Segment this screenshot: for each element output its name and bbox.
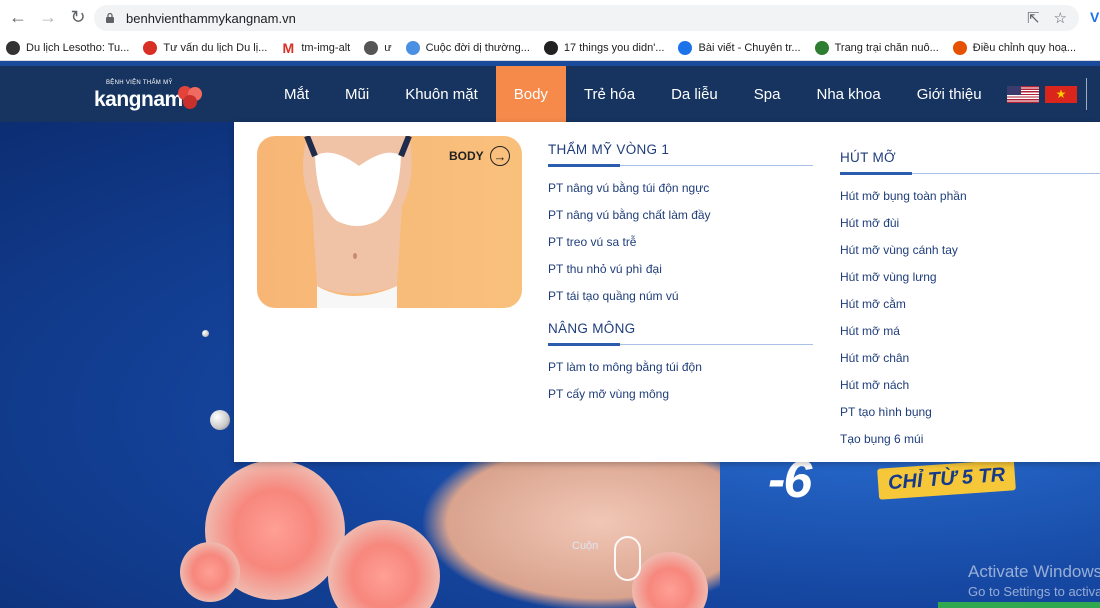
model-illustration [303, 136, 412, 308]
bookmark-label: Điều chỉnh quy hoạ... [972, 41, 1077, 54]
bookmark-item[interactable]: Du lịch Lesotho: Tu... [6, 40, 130, 55]
bookmark-item[interactable]: Trang trại chăn nuô... [814, 40, 939, 55]
submenu-link[interactable]: PT treo vú sa trễ [548, 234, 813, 261]
bookmark-star-icon[interactable]: ☆ [1054, 9, 1067, 27]
submenu-link[interactable]: Tạo bụng 6 múi [840, 431, 1100, 458]
browser-toolbar: ← → ↻ benhvienthammykangnam.vn ⇱ ☆ V [0, 0, 1100, 35]
submenu-link[interactable]: Hút mỡ cằm [840, 296, 1100, 323]
bookmark-favicon-icon [952, 40, 967, 55]
promo-badge: CHỈ TỪ 5 TR [877, 459, 1017, 500]
submenu-link[interactable]: PT cấy mỡ vùng mông [548, 386, 813, 413]
logo-tagline: BỆNH VIỆN THẨM MỸ [106, 80, 173, 86]
bookmark-favicon-icon [143, 40, 158, 55]
bookmark-favicon-icon [405, 40, 420, 55]
reload-icon[interactable]: ↻ [66, 6, 90, 30]
menu-column-1: THẨM MỸ VÒNG 1 PT nâng vú bằng túi độn n… [548, 142, 813, 413]
submenu-link[interactable]: Hút mỡ má [840, 323, 1100, 350]
us-flag-icon[interactable] [1007, 86, 1039, 103]
pearl-decoration [202, 330, 209, 337]
submenu-link[interactable]: Hút mỡ nách [840, 377, 1100, 404]
back-icon[interactable]: ← [6, 6, 30, 30]
lock-icon [106, 12, 114, 23]
site-logo[interactable]: BỆNH VIỆN THẨM MỸ kangnam [94, 80, 209, 114]
bookmark-label: ư [384, 41, 392, 54]
main-menu: Mắt Mũi Khuôn mặt Body Trẻ hóa Da liễu Spa Nha … [266, 66, 1000, 122]
scroll-label: Cuộn [572, 540, 599, 552]
submenu-link[interactable]: Hút mỡ chân [840, 350, 1100, 377]
taskbar-strip [938, 602, 1100, 608]
logo-mark-icon [178, 86, 202, 109]
forward-icon[interactable]: → [36, 6, 60, 30]
url-text: benhvienthammykangnam.vn [126, 10, 296, 26]
submenu-link[interactable]: Hút mỡ bụng toàn phần [840, 188, 1100, 215]
submenu-link[interactable]: PT tái tạo quầng núm vú [548, 288, 813, 315]
header-divider [1086, 78, 1087, 110]
menu-item[interactable]: Nha khoa [798, 66, 898, 122]
pearl-decoration [210, 410, 230, 430]
menu-item[interactable]: Spa [736, 66, 799, 122]
menu-item[interactable]: Mắt [266, 66, 327, 122]
bookmark-favicon-icon [364, 40, 379, 55]
bookmark-item[interactable]: Bài viết - Chuyên tr... [678, 40, 801, 55]
menu-item[interactable]: Mũi [327, 66, 387, 122]
bookmark-label: Cuộc đời dị thường... [425, 41, 530, 54]
arrow-right-circle-icon[interactable]: → [490, 146, 510, 166]
body-feature-card[interactable]: BODY → [257, 136, 522, 308]
menu-item[interactable]: Trẻ hóa [566, 66, 653, 122]
section-title[interactable]: THẨM MỸ VÒNG 1 [548, 142, 813, 167]
bookmark-item[interactable]: 17 things you didn'... [543, 40, 665, 55]
bookmark-label: tm-img-alt [301, 41, 351, 54]
submenu-link[interactable]: PT nâng vú bằng chất làm đầy [548, 207, 813, 234]
scroll-indicator[interactable] [614, 536, 641, 581]
bookmark-item[interactable]: ư [364, 40, 392, 55]
bookmarks-bar: Du lịch Lesotho: Tu... Tư vấn du lịch Du … [0, 35, 1100, 61]
submenu-link[interactable]: Hút mỡ đùi [840, 215, 1100, 242]
menu-item[interactable]: Khuôn mặt [387, 66, 496, 122]
bookmark-favicon-icon [814, 40, 829, 55]
bookmark-favicon-icon [678, 40, 693, 55]
activate-windows-subtitle: Go to Settings to activate Windows. [968, 584, 1100, 599]
bookmark-favicon-icon: M [282, 39, 295, 56]
bookmark-label: Bài viết - Chuyên tr... [698, 41, 801, 54]
site-header: BỆNH VIỆN THẨM MỸ kangnam Mắt Mũi Khuôn mặ… [0, 66, 1100, 122]
bookmark-favicon-icon [543, 40, 558, 55]
bookmark-item[interactable]: Mtm-img-alt [281, 39, 351, 56]
rose-decoration [180, 542, 240, 602]
menu-item[interactable]: Giới thiệu [899, 66, 1000, 122]
submenu-link[interactable]: PT nâng vú bằng túi độn ngực [548, 180, 813, 207]
address-bar[interactable]: benhvienthammykangnam.vn ⇱ ☆ [94, 5, 1079, 31]
bookmark-label: Tư vấn du lịch Du lị... [163, 41, 268, 54]
submenu-link[interactable]: Hút mỡ vùng cánh tay [840, 242, 1100, 269]
bookmark-item[interactable]: Điều chỉnh quy hoạ... [952, 40, 1077, 55]
submenu-link[interactable]: Hút mỡ vùng lưng [840, 269, 1100, 296]
menu-column-2: HÚT MỠ Hút mỡ bụng toàn phần Hút mỡ đùi Hú… [840, 150, 1100, 458]
submenu-link[interactable]: PT thu nhỏ vú phì đại [548, 261, 813, 288]
submenu-link[interactable]: PT làm to mông bằng túi độn [548, 359, 813, 386]
menu-item[interactable]: Da liễu [653, 66, 736, 122]
bookmark-label: 17 things you didn'... [563, 41, 665, 54]
bookmark-label: Du lịch Lesotho: Tu... [26, 41, 130, 54]
feature-card-label: BODY [449, 149, 484, 163]
bookmark-favicon-icon [6, 40, 20, 55]
extension-icon[interactable]: V [1090, 9, 1099, 25]
bookmark-item[interactable]: Tư vấn du lịch Du lị... [143, 40, 268, 55]
logo-brand: kangnam [94, 88, 183, 111]
activate-windows-title: Activate Windows [968, 562, 1100, 581]
section-title[interactable]: HÚT MỠ [840, 150, 1100, 175]
section-title[interactable]: NÂNG MÔNG [548, 321, 813, 346]
share-icon[interactable]: ⇱ [1027, 9, 1040, 27]
submenu-link[interactable]: PT tạo hình bụng [840, 404, 1100, 431]
menu-item[interactable]: Body [495, 66, 566, 122]
body-mega-menu: BODY → THẨM MỸ VÒNG 1 PT nâng vú bằng tú… [234, 122, 1100, 462]
bookmark-item[interactable]: Cuộc đời dị thường... [405, 40, 530, 55]
vietnam-flag-icon[interactable]: ★ [1045, 86, 1077, 103]
bookmark-label: Trang trại chăn nuô... [834, 41, 939, 54]
